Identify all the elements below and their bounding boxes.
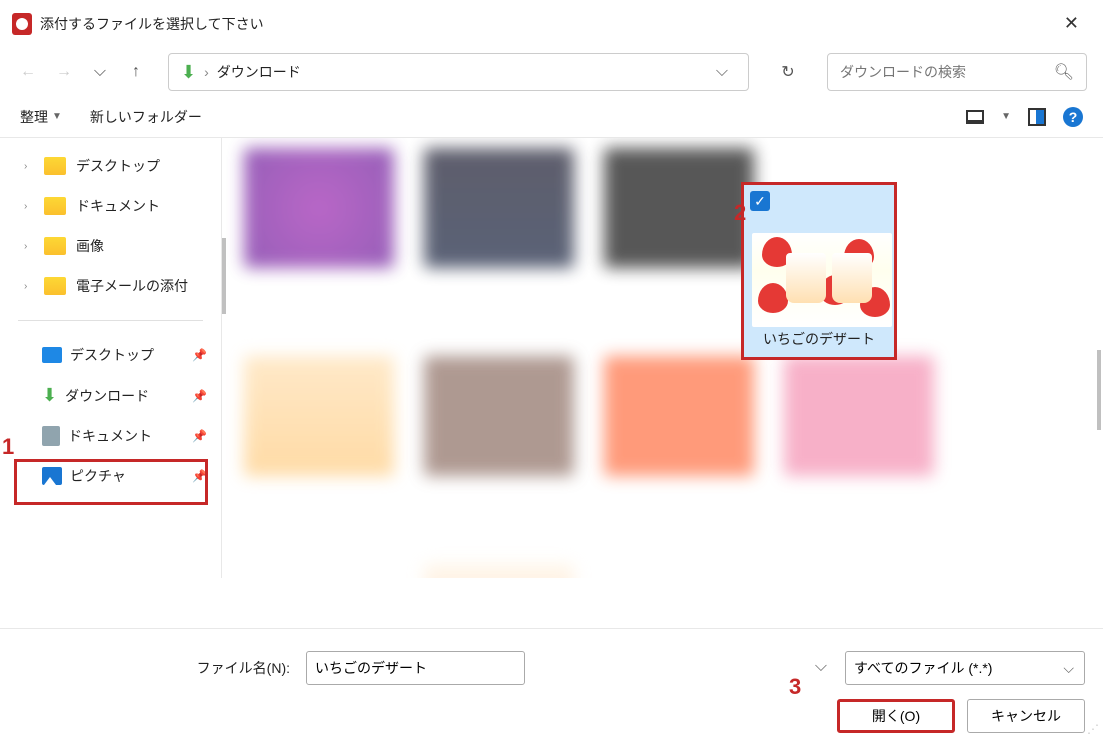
pin-icon: 📌 xyxy=(192,429,207,443)
scrollbar[interactable] xyxy=(1097,350,1101,430)
download-folder-icon: ⬇ xyxy=(181,62,196,83)
folder-icon xyxy=(44,197,66,215)
quick-pictures[interactable]: ピクチャ 📌 xyxy=(0,456,221,496)
organize-menu[interactable]: 整理 ▼ xyxy=(20,107,62,127)
search-input[interactable] xyxy=(840,64,1054,80)
annotation-number: 3 xyxy=(789,674,801,700)
navigation-bar: ← → ⌵ ↑ ⬇ › ダウンロード ⌵ ↻ 🔍︎ xyxy=(0,48,1103,96)
tree-item-pictures[interactable]: › 画像 xyxy=(0,226,221,266)
tree-label: 電子メールの添付 xyxy=(76,276,188,296)
title-bar: 添付するファイルを選択して下さい ✕ xyxy=(0,0,1103,48)
thumbnail-label: いちごのデザート xyxy=(744,329,894,349)
tree-label: デスクトップ xyxy=(76,156,160,176)
file-thumbnail[interactable] xyxy=(604,356,754,536)
up-button[interactable]: ↑ xyxy=(124,60,148,84)
quick-label: ダウンロード xyxy=(65,386,149,406)
breadcrumb-separator: › xyxy=(204,64,209,80)
selection-checkbox[interactable]: ✓ xyxy=(750,191,770,211)
tree-item-desktop[interactable]: › デスクトップ xyxy=(0,146,221,186)
filename-input[interactable] xyxy=(306,651,525,685)
file-thumbnail[interactable] xyxy=(784,356,934,536)
search-icon[interactable]: 🔍︎ xyxy=(1054,62,1074,82)
file-thumbnail[interactable] xyxy=(424,148,574,328)
quick-desktop[interactable]: デスクトップ 📌 xyxy=(0,335,221,375)
help-button[interactable]: ? xyxy=(1063,107,1083,127)
quick-label: ピクチャ xyxy=(70,466,126,486)
folder-icon xyxy=(44,277,66,295)
quick-documents[interactable]: ドキュメント 📌 xyxy=(0,416,221,456)
chevron-right-icon: › xyxy=(24,241,36,252)
chevron-down-icon: ▼ xyxy=(52,111,62,122)
tree-item-documents[interactable]: › ドキュメント xyxy=(0,186,221,226)
scrollbar[interactable] xyxy=(222,238,226,314)
file-thumbnail[interactable] xyxy=(424,356,574,536)
filename-dropdown[interactable]: ⌵ xyxy=(815,658,827,676)
view-mode-button[interactable] xyxy=(963,105,987,129)
tree-item-attachments[interactable]: › 電子メールの添付 xyxy=(0,266,221,306)
pin-icon: 📌 xyxy=(192,469,207,483)
selected-file-thumbnail[interactable]: ✓ いちごのデザート xyxy=(741,182,897,360)
sidebar-divider xyxy=(18,320,203,321)
search-box[interactable]: 🔍︎ xyxy=(827,53,1087,91)
file-thumbnail[interactable] xyxy=(244,356,394,536)
refresh-button[interactable]: ↻ xyxy=(769,53,807,91)
new-folder-label: 新しいフォルダー xyxy=(90,107,202,127)
chevron-right-icon: › xyxy=(24,161,36,172)
view-dropdown[interactable]: ▼ xyxy=(1001,111,1011,122)
open-button[interactable]: 開く(O) xyxy=(837,699,955,733)
filter-text: すべてのファイル (*.*) xyxy=(854,658,992,678)
resize-grip[interactable]: ⋰ xyxy=(1087,722,1099,736)
chevron-right-icon: › xyxy=(24,201,36,212)
bottom-bar: ファイル名(N): ⌵ すべてのファイル (*.*) 開く(O) キャンセル ⋰ xyxy=(0,628,1103,738)
back-button[interactable]: ← xyxy=(16,60,40,84)
pin-icon: 📌 xyxy=(192,389,207,403)
quick-downloads[interactable]: ⬇ ダウンロード 📌 xyxy=(0,375,221,416)
address-dropdown[interactable]: ⌵ xyxy=(708,63,736,81)
pin-icon: 📌 xyxy=(192,348,207,362)
document-icon xyxy=(42,426,60,446)
address-bar[interactable]: ⬇ › ダウンロード ⌵ xyxy=(168,53,749,91)
file-thumbnail[interactable] xyxy=(424,564,574,578)
picture-icon xyxy=(42,467,62,485)
preview-pane-button[interactable] xyxy=(1025,105,1049,129)
breadcrumb-text[interactable]: ダウンロード xyxy=(217,62,700,82)
sidebar: › デスクトップ › ドキュメント › 画像 › 電子メールの添付 デスクトップ… xyxy=(0,138,222,578)
toolbar: 整理 ▼ 新しいフォルダー ▼ ? xyxy=(0,96,1103,138)
annotation-number: 1 xyxy=(2,434,14,460)
cancel-button[interactable]: キャンセル xyxy=(967,699,1085,733)
tree-label: 画像 xyxy=(76,236,104,256)
download-icon: ⬇ xyxy=(42,385,57,406)
main-area: › デスクトップ › ドキュメント › 画像 › 電子メールの添付 デスクトップ… xyxy=(0,138,1103,578)
folder-icon xyxy=(44,157,66,175)
file-thumbnail[interactable] xyxy=(244,148,394,328)
tree-label: ドキュメント xyxy=(76,196,160,216)
history-dropdown[interactable]: ⌵ xyxy=(88,60,112,84)
organize-label: 整理 xyxy=(20,107,48,127)
annotation-number: 2 xyxy=(734,200,746,226)
chevron-right-icon: › xyxy=(24,281,36,292)
thumbnail-image xyxy=(752,233,892,327)
forward-button[interactable]: → xyxy=(52,60,76,84)
quick-label: デスクトップ xyxy=(70,345,154,365)
window-title: 添付するファイルを選択して下さい xyxy=(40,14,264,34)
quick-label: ドキュメント xyxy=(68,426,152,446)
close-button[interactable]: ✕ xyxy=(1056,9,1087,38)
folder-icon xyxy=(44,237,66,255)
filename-label: ファイル名(N): xyxy=(18,658,298,678)
file-type-filter[interactable]: すべてのファイル (*.*) xyxy=(845,651,1085,685)
file-thumbnail[interactable] xyxy=(604,148,754,328)
app-icon xyxy=(12,13,32,35)
desktop-icon xyxy=(42,347,62,363)
file-grid[interactable]: ✓ いちごのデザート xyxy=(222,138,1103,578)
new-folder-button[interactable]: 新しいフォルダー xyxy=(90,107,202,127)
